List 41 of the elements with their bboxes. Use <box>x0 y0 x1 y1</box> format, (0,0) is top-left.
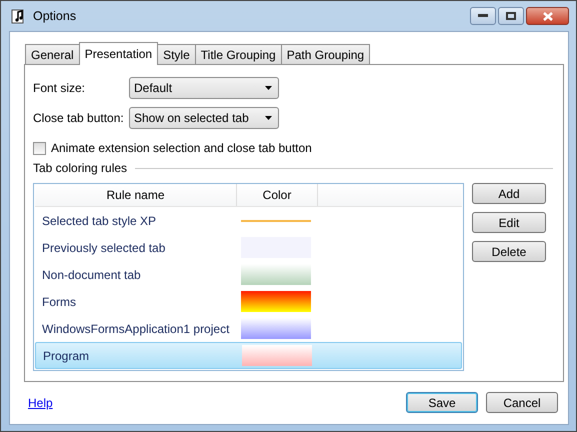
rule-name: WindowsFormsApplication1 project <box>41 322 230 336</box>
group-title: Tab coloring rules <box>33 161 128 175</box>
tab[interactable]: Title Grouping <box>194 44 282 64</box>
minimize-icon <box>478 14 488 18</box>
caret-icon <box>265 86 272 90</box>
field-label: Font size: <box>33 81 86 95</box>
list-row[interactable]: Non-document tab <box>35 261 462 288</box>
help-link[interactable]: Help <box>28 396 53 410</box>
checkbox-label: Animate extension selection and close tab button <box>51 141 312 155</box>
rule-name: Program <box>42 348 90 362</box>
dropdown[interactable]: Default <box>129 77 279 99</box>
list-row[interactable]: Forms <box>35 288 462 315</box>
action-button[interactable]: Add <box>472 183 546 204</box>
rule-name: Forms <box>41 294 77 308</box>
maximize-button[interactable] <box>498 7 524 25</box>
minimize-button[interactable] <box>470 7 496 25</box>
rule-name: Previously selected tab <box>41 240 166 254</box>
action-button[interactable]: Edit <box>472 212 546 233</box>
caret-icon <box>265 116 272 120</box>
tab[interactable]: General <box>25 44 80 64</box>
tab[interactable]: Path Grouping <box>280 44 370 64</box>
rule-name: Non-document tab <box>41 268 142 282</box>
action-button[interactable]: Delete <box>472 241 546 262</box>
field-label: Close tab button: <box>33 111 125 125</box>
tab[interactable]: Presentation <box>78 42 158 65</box>
checkbox[interactable] <box>33 142 46 154</box>
window-title: Options <box>33 9 76 23</box>
tab[interactable]: Style <box>157 44 196 64</box>
list-row[interactable]: Program <box>35 342 462 369</box>
list-row[interactable]: WindowsFormsApplication1 project <box>35 315 462 342</box>
dropdown[interactable]: Show on selected tab <box>129 107 279 129</box>
dialog-button[interactable]: Save <box>406 392 478 413</box>
list-row[interactable]: Selected tab style XP <box>35 207 462 234</box>
column-header[interactable]: Rule name <box>35 184 237 206</box>
maximize-icon <box>506 12 516 20</box>
list-row[interactable]: Previously selected tab <box>35 234 462 261</box>
close-button[interactable] <box>526 7 569 25</box>
dialog-button[interactable]: Cancel <box>486 392 558 413</box>
rule-name: Selected tab style XP <box>41 214 158 228</box>
close-icon <box>542 12 552 20</box>
column-header[interactable]: Color <box>237 184 318 206</box>
